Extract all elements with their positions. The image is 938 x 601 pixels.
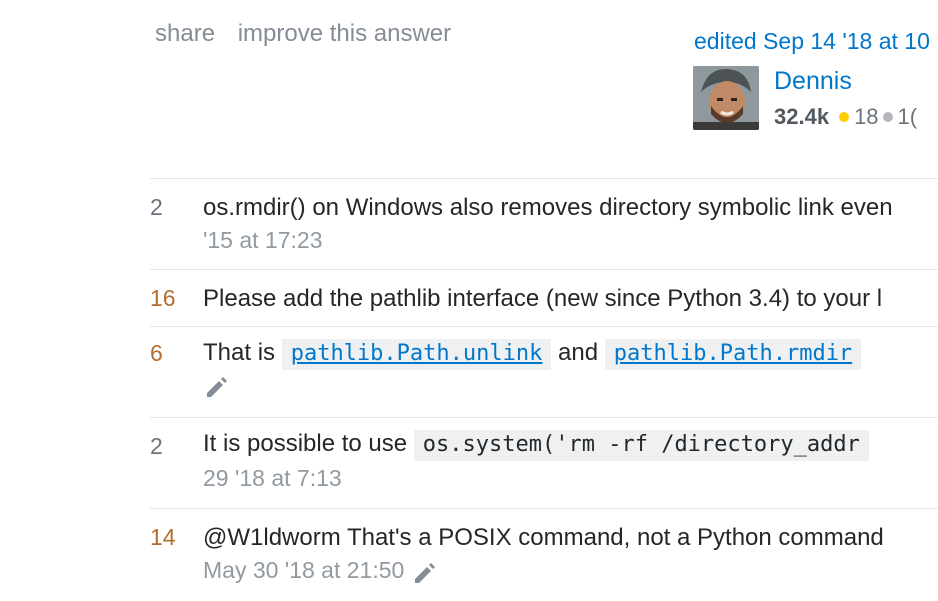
code-snippet: pathlib.Path.unlink (281, 339, 552, 370)
comment-body: It is possible to use os.system('rm -rf … (203, 430, 869, 461)
comments-list: 2 os.rmdir() on Windows also removes dir… (150, 178, 938, 601)
comment-text: Please add the pathlib interface (new si… (203, 285, 883, 312)
comment-item: 2 It is possible to use os.system('rm -r… (150, 418, 938, 509)
comment-date[interactable]: May 30 '18 at 21:50 (203, 557, 404, 583)
avatar-image (693, 66, 759, 130)
comment-item: 2 os.rmdir() on Windows also removes dir… (150, 179, 938, 270)
comment-text-middle: and (558, 339, 599, 366)
user-avatar[interactable] (693, 66, 759, 130)
comment-text-prefix: That is (203, 339, 276, 366)
gold-badge-count: 18 (854, 104, 879, 129)
comment-date[interactable]: '15 at 17:23 (203, 227, 323, 254)
comment-text: @W1ldworm That's a POSIX command, not a … (203, 524, 884, 551)
comment-score: 6 (150, 340, 163, 366)
user-flair: 32.4k 18 1( (774, 104, 917, 130)
code-snippet: pathlib.Path.rmdir (604, 339, 862, 370)
comment-item: 6 That is pathlib.Path.unlink and pathli… (150, 327, 938, 418)
post-menu: share improve this answer (155, 20, 467, 48)
comment-item: 16 Please add the pathlib interface (new… (150, 270, 938, 327)
edited-timestamp[interactable]: edited Sep 14 '18 at 10 (694, 28, 930, 55)
comment-score: 14 (150, 524, 176, 550)
comment-meta: May 30 '18 at 21:50 (203, 557, 437, 585)
comment-score: 2 (150, 194, 163, 220)
edit-pencil-icon[interactable] (203, 373, 229, 399)
comment-text: os.rmdir() on Windows also removes direc… (203, 194, 893, 221)
comment-score: 16 (150, 285, 176, 311)
pathlib-unlink-link[interactable]: pathlib.Path.unlink (291, 341, 543, 366)
edit-pencil-icon[interactable] (411, 559, 437, 585)
comment-body: That is pathlib.Path.unlink and pathlib.… (203, 339, 862, 370)
pathlib-rmdir-link[interactable]: pathlib.Path.rmdir (614, 341, 852, 366)
share-link[interactable]: share (155, 20, 215, 47)
comment-score: 2 (150, 433, 163, 459)
silver-badge-count: 1( (897, 104, 918, 129)
reputation-score: 32.4k (774, 104, 830, 129)
silver-badge-icon (882, 112, 893, 123)
comment-text-prefix: It is possible to use (203, 430, 408, 457)
user-name-link[interactable]: Dennis (774, 67, 852, 96)
comment-date[interactable]: 29 '18 at 7:13 (203, 465, 342, 492)
improve-answer-link[interactable]: improve this answer (238, 20, 451, 47)
code-snippet: os.system('rm -rf /directory_addr (413, 430, 869, 461)
gold-badge-icon (839, 112, 850, 123)
comment-item: 14 @W1ldworm That's a POSIX command, not… (150, 509, 938, 601)
